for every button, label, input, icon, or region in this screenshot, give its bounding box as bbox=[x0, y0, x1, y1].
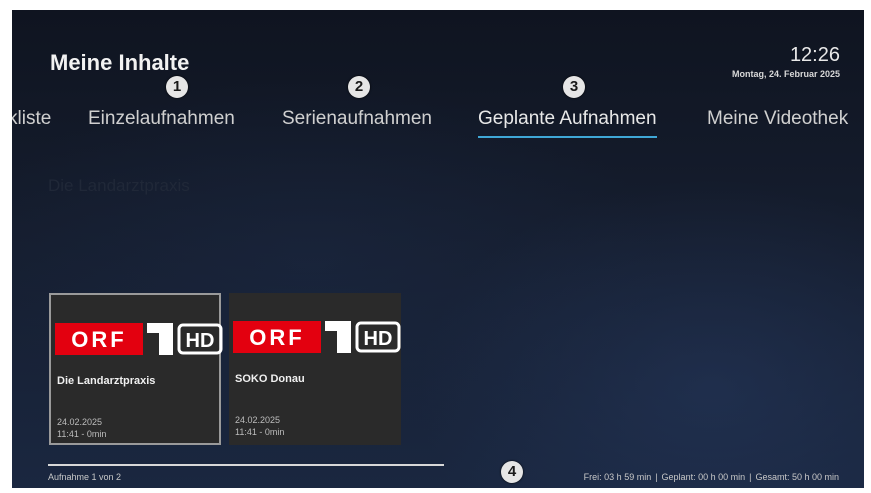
scroll-progress-bar bbox=[48, 464, 444, 466]
clock: 12:26 bbox=[789, 44, 840, 66]
recording-title: Die Landarztpraxis bbox=[57, 375, 156, 387]
tab-merkliste[interactable]: kliste bbox=[12, 108, 51, 130]
tv-screen: Meine Inhalte 12:26 Montag, 24. Februar … bbox=[12, 10, 864, 488]
svg-text:ORF: ORF bbox=[249, 325, 304, 350]
orf1-hd-logo: ORF HD bbox=[233, 321, 401, 353]
tab-bar: kliste Einzelaufnahmen Serienaufnahmen G… bbox=[12, 108, 864, 138]
recording-time: 11:41 - 0min bbox=[57, 429, 107, 439]
svg-text:HD: HD bbox=[186, 330, 215, 352]
recording-position: Aufnahme 1 von 2 bbox=[48, 472, 122, 482]
recording-card[interactable]: ORF HD SOKO Donau 24.02.2025 11:41 - 0mi… bbox=[229, 293, 401, 445]
recording-date: 24.02.2025 bbox=[235, 415, 281, 425]
storage-planned: Geplant: 00 h 00 min bbox=[661, 472, 746, 482]
recording-time: 11:41 - 0min bbox=[235, 427, 285, 437]
tab-geplante-aufnahmen[interactable]: Geplante Aufnahmen bbox=[478, 108, 657, 138]
annotation-marker-2: 2 bbox=[348, 76, 370, 98]
separator: | bbox=[655, 472, 658, 482]
recording-title: SOKO Donau bbox=[235, 373, 305, 385]
section-heading: Die Landarztpraxis bbox=[48, 176, 190, 195]
svg-text:HD: HD bbox=[364, 328, 393, 350]
separator: | bbox=[749, 472, 752, 482]
storage-free: Frei: 03 h 59 min bbox=[583, 472, 652, 482]
recording-card[interactable]: ORF HD Die Landarztpraxis 24.02.2025 11:… bbox=[49, 293, 223, 445]
tab-meine-videothek[interactable]: Meine Videothek bbox=[707, 108, 848, 130]
tab-einzelaufnahmen[interactable]: Einzelaufnahmen bbox=[88, 108, 235, 130]
annotation-marker-4: 4 bbox=[501, 461, 523, 483]
recording-date: 24.02.2025 bbox=[57, 417, 103, 427]
tab-serienaufnahmen[interactable]: Serienaufnahmen bbox=[282, 108, 432, 130]
date-display: Montag, 24. Februar 2025 bbox=[731, 69, 840, 79]
orf1-hd-logo: ORF HD bbox=[55, 323, 223, 355]
storage-total: Gesamt: 50 h 00 min bbox=[755, 472, 839, 482]
annotation-marker-3: 3 bbox=[563, 76, 585, 98]
page-title: Meine Inhalte bbox=[50, 50, 190, 75]
annotation-marker-1: 1 bbox=[166, 76, 188, 98]
storage-info: Frei: 03 h 59 min | Geplant: 00 h 00 min | G… bbox=[584, 472, 839, 482]
svg-text:ORF: ORF bbox=[71, 327, 126, 352]
